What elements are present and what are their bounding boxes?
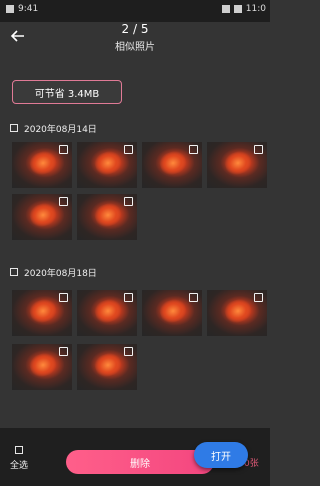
- photo-thumb[interactable]: [12, 290, 72, 336]
- photo-thumb[interactable]: [12, 344, 72, 390]
- photo-checkbox[interactable]: [189, 293, 198, 302]
- photo-thumb[interactable]: [77, 290, 137, 336]
- photo-thumb[interactable]: [77, 142, 137, 188]
- photo-thumb[interactable]: [142, 290, 202, 336]
- photo-checkbox[interactable]: [189, 145, 198, 154]
- photo-checkbox[interactable]: [59, 347, 68, 356]
- page-counter: 2 / 5: [121, 22, 149, 36]
- photo-thumb[interactable]: [12, 142, 72, 188]
- group-date: 2020年08月14日: [24, 124, 97, 135]
- group-date: 2020年08月18日: [24, 268, 97, 279]
- signal-icon: [221, 5, 230, 13]
- photo-thumb[interactable]: [77, 344, 137, 390]
- select-all-checkbox[interactable]: [15, 446, 23, 454]
- group-header-2[interactable]: 2020年08月18日: [10, 265, 97, 279]
- bottom-action-bar: 全选 删除 0张 打开: [0, 428, 270, 486]
- photo-checkbox[interactable]: [59, 145, 68, 154]
- photo-checkbox[interactable]: [59, 293, 68, 302]
- notification-icon: [6, 5, 14, 13]
- group-header-1[interactable]: 2020年08月14日: [10, 121, 97, 135]
- status-time-right: 11:0: [245, 4, 266, 14]
- photo-checkbox[interactable]: [254, 293, 263, 302]
- photo-checkbox[interactable]: [124, 145, 133, 154]
- group-checkbox[interactable]: [10, 124, 18, 132]
- status-bar: 9:41 11:0: [0, 0, 270, 22]
- select-all-label: 全选: [10, 461, 29, 471]
- open-button[interactable]: 打开: [194, 442, 248, 468]
- delete-button[interactable]: 删除: [66, 450, 214, 474]
- page-title: 相似照片: [115, 42, 155, 53]
- photo-thumb[interactable]: [207, 290, 267, 336]
- photo-thumb[interactable]: [207, 142, 267, 188]
- photo-thumb[interactable]: [77, 194, 137, 240]
- photo-checkbox[interactable]: [254, 145, 263, 154]
- space-saving-badge: 可节省 3.4MB: [12, 80, 122, 104]
- photo-checkbox[interactable]: [124, 197, 133, 206]
- photo-checkbox[interactable]: [124, 293, 133, 302]
- select-all-toggle[interactable]: 全选: [10, 446, 28, 471]
- photo-thumb[interactable]: [142, 142, 202, 188]
- status-time-left: 9:41: [18, 4, 39, 14]
- photo-checkbox[interactable]: [59, 197, 68, 206]
- photo-thumb[interactable]: [12, 194, 72, 240]
- photo-checkbox[interactable]: [124, 347, 133, 356]
- battery-icon: [233, 5, 242, 13]
- group-checkbox[interactable]: [10, 268, 18, 276]
- header: 2 / 5 相似照片: [0, 22, 270, 62]
